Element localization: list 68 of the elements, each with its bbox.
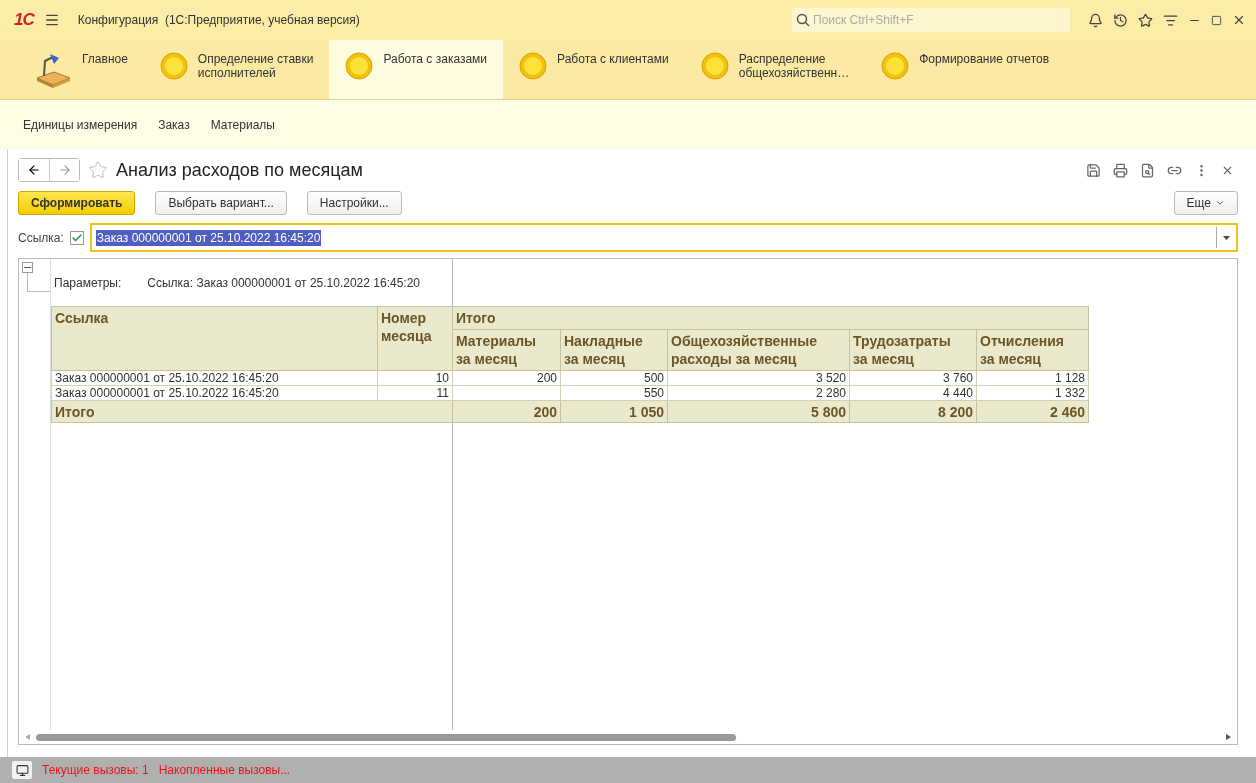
section-tab[interactable]: Определение ставки исполнителей <box>143 40 330 99</box>
generate-button[interactable]: Сформировать <box>18 191 136 215</box>
circle-icon <box>519 52 548 80</box>
filter-field[interactable]: Заказ 000000001 от 25.10.2022 16:45:20 <box>89 223 1238 252</box>
table-cell: 10 <box>377 370 453 386</box>
column-header: Трудозатраты за месяц <box>849 329 977 371</box>
total-cell: Итого <box>51 400 453 423</box>
window-title: Конфигурация (1С:Предприятие, учебная версия) <box>77 13 361 27</box>
menu-icon[interactable] <box>43 12 60 28</box>
more-button[interactable]: Еще <box>1173 191 1238 215</box>
section-tab[interactable]: Распределение общехозяйственн… <box>684 40 866 99</box>
subsection-link[interactable]: Материалы <box>210 118 275 132</box>
filter-label: Ссылка: <box>18 230 64 245</box>
desk-lamp-icon <box>34 52 72 88</box>
star-icon[interactable] <box>88 160 108 180</box>
column-header: Общехозяйственные расходы за месяц <box>667 329 850 371</box>
table-cell: 3 760 <box>849 370 977 386</box>
maximize-icon[interactable] <box>1211 14 1222 26</box>
column-header: Отчисления за месяц <box>976 329 1089 371</box>
circle-icon <box>700 52 729 80</box>
column-header: Итого <box>452 306 1089 330</box>
table-cell: Заказ 000000001 от 25.10.2022 16:45:20 <box>51 385 378 401</box>
minus-icon <box>24 264 31 271</box>
preview-icon[interactable] <box>1140 162 1155 178</box>
section-tab[interactable]: Работа с заказами <box>329 40 504 99</box>
section-tab[interactable]: Главное <box>18 40 144 99</box>
table-cell: 550 <box>560 385 668 401</box>
collapse-toggle[interactable] <box>22 262 33 273</box>
table-cell: 1 332 <box>976 385 1089 401</box>
column-header: Материалы за месяц <box>452 329 561 371</box>
circle-icon <box>345 52 374 80</box>
table-cell: 200 <box>452 370 561 386</box>
bell-icon[interactable] <box>1088 12 1103 28</box>
history-icon[interactable] <box>1113 12 1128 28</box>
table-cell: 4 440 <box>849 385 977 401</box>
table-cell: 1 128 <box>976 370 1089 386</box>
subsection-link[interactable]: Единицы измерения <box>23 118 138 132</box>
column-header: Ссылка <box>51 306 378 371</box>
scroll-right-icon[interactable] <box>1226 734 1231 740</box>
section-tab[interactable]: Работа с клиентами <box>503 40 685 99</box>
close-icon[interactable] <box>1232 13 1246 27</box>
column-header: Номер месяца <box>377 306 453 371</box>
column-header: Накладные за месяц <box>560 329 668 371</box>
parameters-label: Параметры: <box>54 275 122 290</box>
dropdown-icon[interactable] <box>1223 235 1230 240</box>
printer-icon[interactable] <box>1113 162 1128 178</box>
filter-icon[interactable] <box>1163 12 1178 28</box>
logo: 1С <box>14 10 34 30</box>
save-icon[interactable] <box>1086 162 1101 178</box>
table-cell: 3 520 <box>667 370 850 386</box>
form-button[interactable]: Выбрать вариант... <box>155 191 287 215</box>
section-tab[interactable]: Формирование отчетов <box>865 40 1066 99</box>
filter-checkbox[interactable] <box>69 230 84 245</box>
subsection-link[interactable]: Заказ <box>158 118 190 132</box>
table-cell: Заказ 000000001 от 25.10.2022 16:45:20 <box>51 370 378 386</box>
caret-icon <box>1215 198 1225 208</box>
circle-icon <box>881 52 910 80</box>
circle-icon <box>159 52 188 80</box>
table-cell: 2 280 <box>667 385 850 401</box>
search-icon <box>796 13 810 27</box>
table-cell: 11 <box>377 385 453 401</box>
total-cell: 5 800 <box>667 400 850 423</box>
table-cell: 500 <box>560 370 668 386</box>
parameters-value: Ссылка: Заказ 000000001 от 25.10.2022 16:45:20 <box>147 275 420 290</box>
form-title: Анализ расходов по месяцам <box>116 159 364 181</box>
monitor-icon[interactable] <box>12 761 32 779</box>
form-button[interactable]: Настройки... <box>306 191 402 215</box>
star-icon[interactable] <box>1138 12 1153 28</box>
